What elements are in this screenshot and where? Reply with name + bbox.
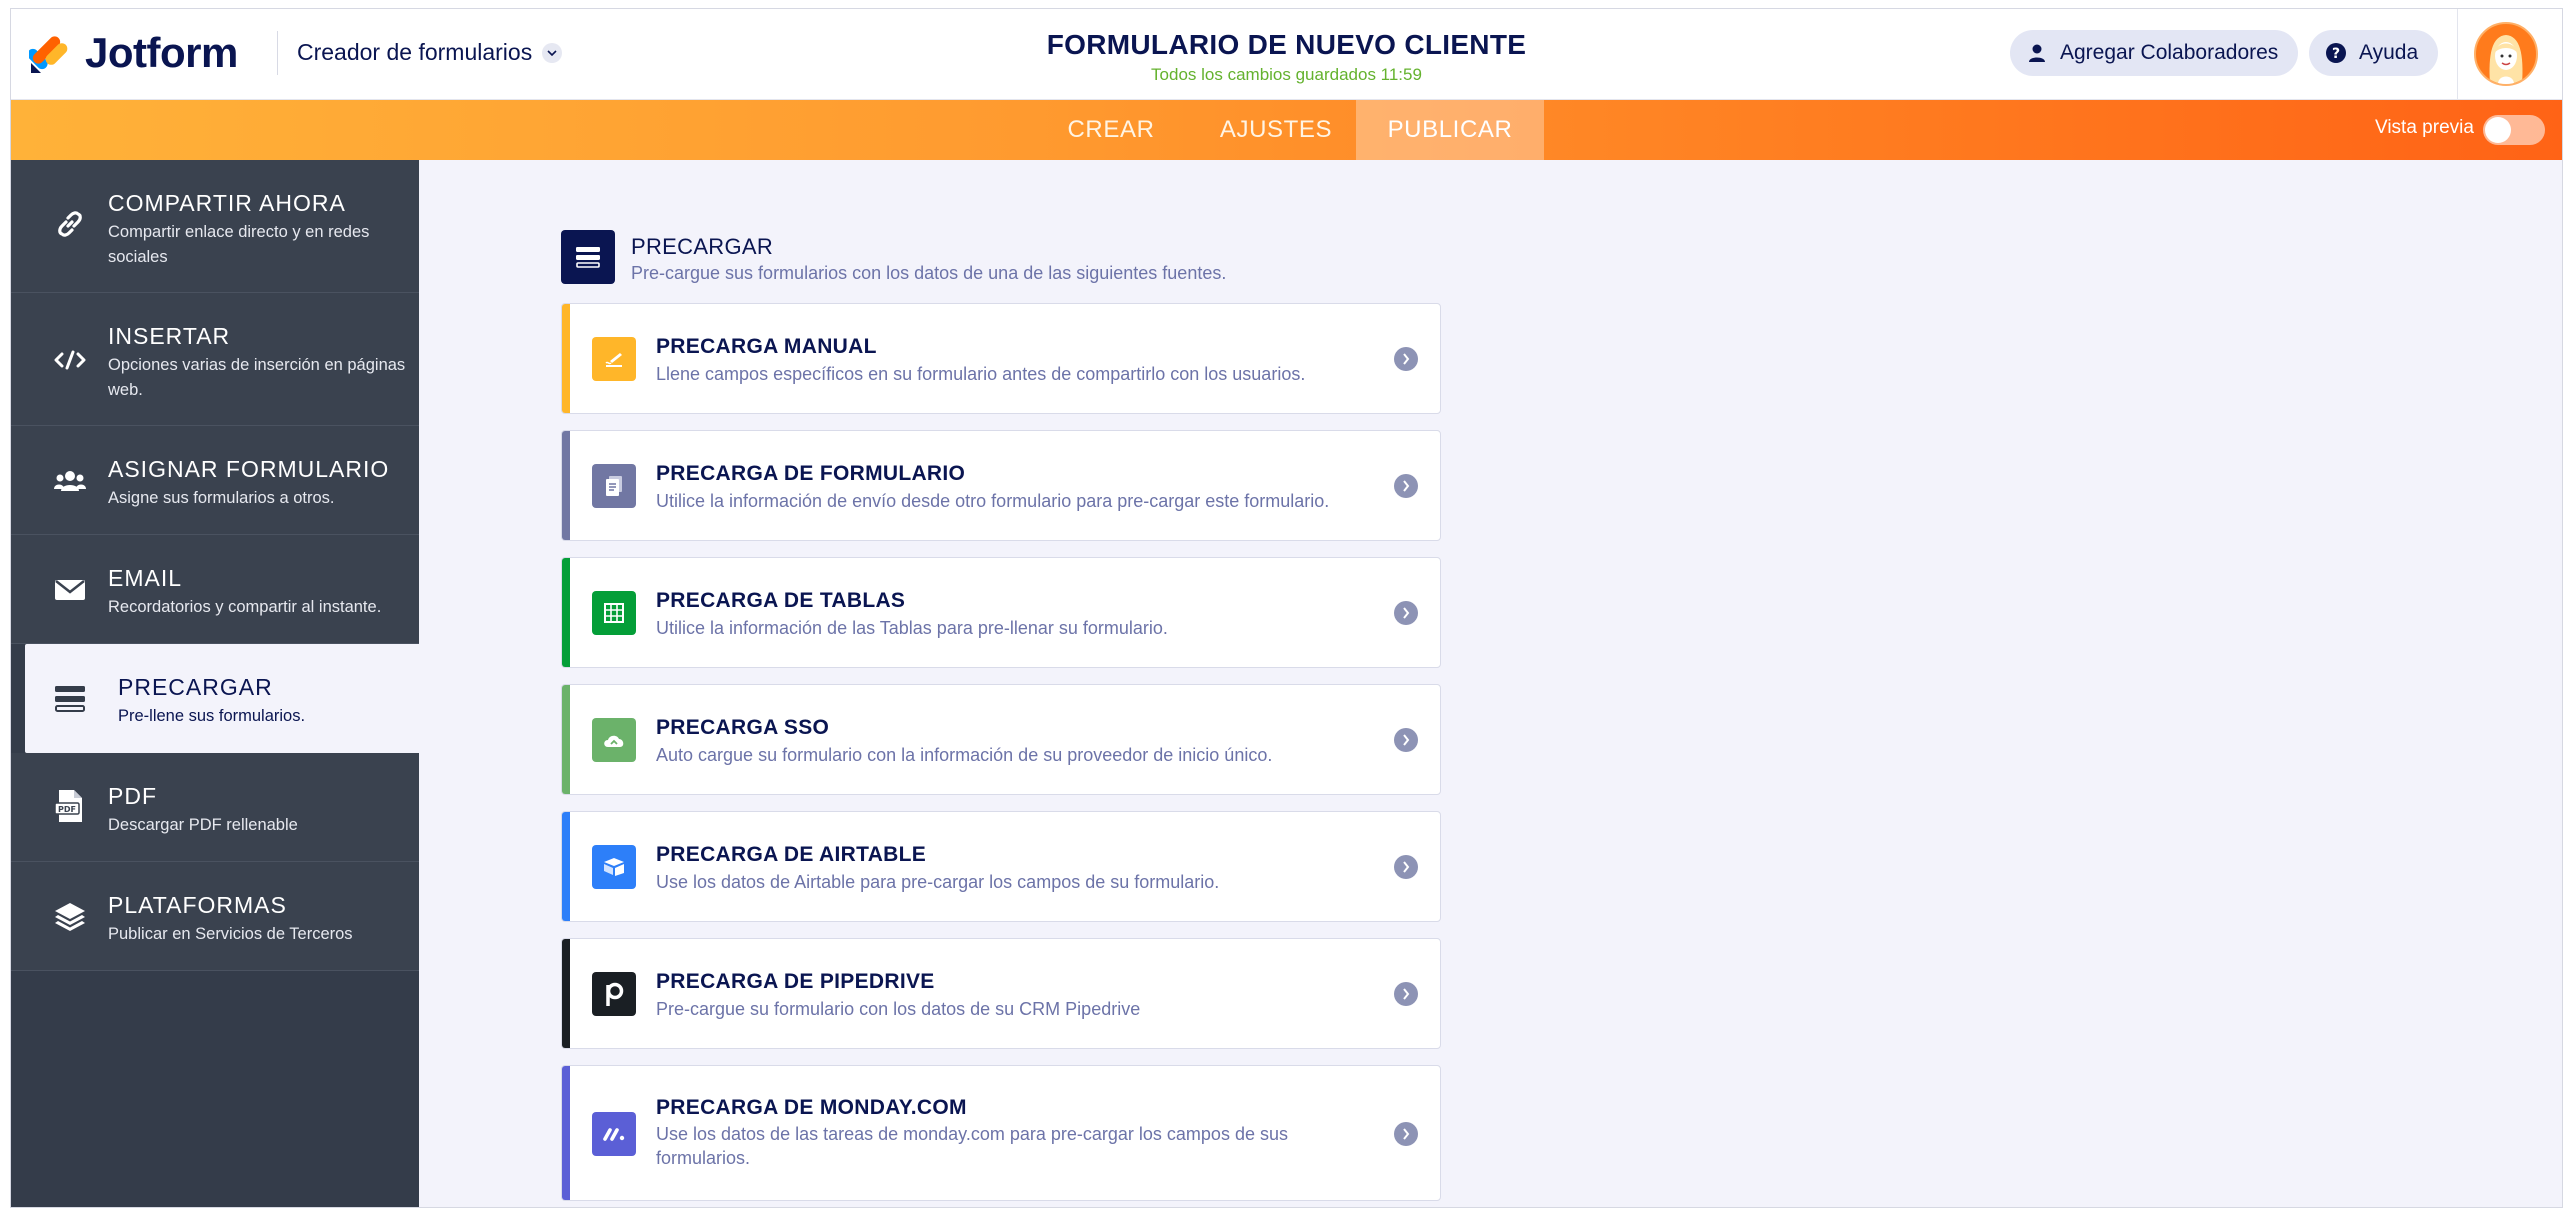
main-content: PRECARGAR Pre-cargue sus formularios con… — [419, 160, 2562, 1207]
help-label: Ayuda — [2359, 41, 2419, 64]
card-title: PRECARGA DE TABLAS — [656, 589, 906, 612]
sidebar-item-title: PDF — [108, 783, 157, 809]
chevron-right-icon — [1394, 1122, 1418, 1146]
tab-crear[interactable]: CREAR — [1036, 100, 1186, 160]
prefill-card-monday[interactable]: PRECARGA DE MONDAY.COM Use los datos de … — [561, 1065, 1441, 1201]
card-accent-bar — [562, 812, 570, 921]
table-icon — [592, 591, 636, 635]
svg-text:PDF: PDF — [58, 805, 76, 814]
airtable-icon — [592, 845, 636, 889]
card-title: PRECARGA DE AIRTABLE — [656, 843, 927, 866]
sidebar-item-desc: Pre-llene sus formularios. — [118, 707, 306, 725]
form-icon — [592, 464, 636, 508]
envelope-icon — [53, 573, 87, 607]
user-icon — [2026, 42, 2048, 64]
sidebar-item-prefill[interactable]: PRECARGAR Pre-llene sus formularios. — [25, 644, 419, 753]
card-accent-bar — [562, 431, 570, 540]
card-title: PRECARGA DE PIPEDRIVE — [656, 970, 935, 993]
card-description: Llene campos específicos en su formulari… — [656, 364, 1306, 384]
top-header: Jotform Creador de formularios FORMULARI… — [11, 9, 2562, 100]
sidebar-item-title: ASIGNAR FORMULARIO — [108, 456, 390, 482]
help-button[interactable]: ? Ayuda — [2309, 30, 2439, 76]
prefill-card-tables[interactable]: PRECARGA DE TABLAS Utilice la informació… — [561, 557, 1441, 668]
chevron-right-icon — [1394, 855, 1418, 879]
toggle-knob — [2485, 117, 2511, 143]
monday-icon — [592, 1112, 636, 1156]
layers-icon — [53, 900, 87, 934]
card-description: Use los datos de las tareas de monday.co… — [656, 1124, 1288, 1168]
card-accent-bar — [562, 558, 570, 667]
card-description: Use los datos de Airtable para pre-carga… — [656, 872, 1220, 892]
prefill-card-form[interactable]: PRECARGA DE FORMULARIO Utilice la inform… — [561, 430, 1441, 541]
sidebar-item-title: INSERTAR — [108, 323, 231, 349]
sidebar-item-pdf[interactable]: PDF PDF Descargar PDF rellenable — [11, 753, 419, 862]
prefill-section-icon — [561, 230, 615, 284]
sidebar-item-desc: Publicar en Servicios de Terceros — [108, 925, 353, 943]
sidebar-item-desc: Compartir enlace directo y en redes soci… — [108, 223, 370, 266]
card-description: Utilice la información de envío desde ot… — [656, 491, 1330, 511]
svg-text:?: ? — [2332, 46, 2340, 62]
card-title: PRECARGA MANUAL — [656, 335, 877, 358]
chevron-right-icon — [1394, 601, 1418, 625]
sidebar-item-title: PLATAFORMAS — [108, 892, 287, 918]
publish-sidebar: COMPARTIR AHORA Compartir enlace directo… — [11, 160, 419, 1207]
pdf-icon: PDF — [53, 789, 87, 823]
sidebar-item-embed[interactable]: INSERTAR Opciones varias de inserción en… — [11, 293, 419, 426]
cloud-icon — [592, 718, 636, 762]
section-description: Pre-cargue sus formularios con los datos… — [631, 263, 1227, 283]
sidebar-item-title: EMAIL — [108, 565, 183, 591]
prefill-card-airtable[interactable]: PRECARGA DE AIRTABLE Use los datos de Ai… — [561, 811, 1441, 922]
prefill-card-sso[interactable]: PRECARGA SSO Auto cargue su formulario c… — [561, 684, 1441, 795]
card-accent-bar — [562, 685, 570, 794]
card-accent-bar — [562, 304, 570, 413]
add-collaborators-label: Agregar Colaboradores — [2060, 41, 2279, 64]
sidebar-item-assign-form[interactable]: ASIGNAR FORMULARIO Asigne sus formulario… — [11, 426, 419, 535]
add-collaborators-button[interactable]: Agregar Colaboradores — [2010, 30, 2299, 76]
card-title: PRECARGA SSO — [656, 716, 830, 739]
prefill-icon — [53, 682, 87, 716]
preview-toggle[interactable] — [2483, 115, 2545, 145]
publish-navbar: CREAR AJUSTES PUBLICAR Vista previa — [11, 100, 2562, 160]
avatar[interactable] — [2474, 22, 2538, 86]
prefill-card-pipedrive[interactable]: PRECARGA DE PIPEDRIVE Pre-cargue su form… — [561, 938, 1441, 1049]
card-accent-bar — [562, 1066, 570, 1200]
sidebar-item-platforms[interactable]: PLATAFORMAS Publicar en Servicios de Ter… — [11, 862, 419, 971]
preview-label: Vista previa — [2375, 117, 2474, 138]
app-window: Jotform Creador de formularios FORMULARI… — [10, 8, 2563, 1208]
question-icon: ? — [2325, 42, 2347, 64]
card-title: PRECARGA DE FORMULARIO — [656, 462, 966, 485]
avatar-divider — [2457, 9, 2458, 100]
card-description: Pre-cargue su formulario con los datos d… — [656, 999, 1141, 1019]
sidebar-item-desc: Opciones varias de inserción en páginas … — [108, 356, 406, 399]
card-title: PRECARGA DE MONDAY.COM — [656, 1096, 967, 1119]
sidebar-empty-space — [11, 971, 419, 1207]
chevron-right-icon — [1394, 474, 1418, 498]
sidebar-item-desc: Asigne sus formularios a otros. — [108, 489, 335, 507]
sidebar-item-desc: Recordatorios y compartir al instante. — [108, 598, 382, 616]
chevron-right-icon — [1394, 347, 1418, 371]
section-title: PRECARGAR — [631, 234, 774, 259]
sidebar-item-email[interactable]: EMAIL Recordatorios y compartir al insta… — [11, 535, 419, 644]
users-icon — [53, 464, 87, 498]
avatar-face-icon — [2489, 35, 2523, 84]
card-description: Auto cargue su formulario con la informa… — [656, 745, 1273, 765]
prefill-card-manual[interactable]: PRECARGA MANUAL Llene campos específicos… — [561, 303, 1441, 414]
link-icon — [53, 207, 87, 241]
tab-publicar[interactable]: PUBLICAR — [1356, 100, 1544, 160]
chevron-right-icon — [1394, 728, 1418, 752]
sidebar-item-share-now[interactable]: COMPARTIR AHORA Compartir enlace directo… — [11, 160, 419, 293]
pipedrive-icon — [592, 972, 636, 1016]
code-icon — [53, 343, 87, 377]
tab-ajustes[interactable]: AJUSTES — [1186, 100, 1366, 160]
sidebar-item-desc: Descargar PDF rellenable — [108, 816, 298, 834]
sidebar-item-title: PRECARGAR — [118, 674, 273, 700]
card-description: Utilice la información de las Tablas par… — [656, 618, 1168, 638]
card-accent-bar — [562, 939, 570, 1048]
sidebar-item-title: COMPARTIR AHORA — [108, 190, 346, 216]
chevron-right-icon — [1394, 982, 1418, 1006]
pen-icon — [592, 337, 636, 381]
